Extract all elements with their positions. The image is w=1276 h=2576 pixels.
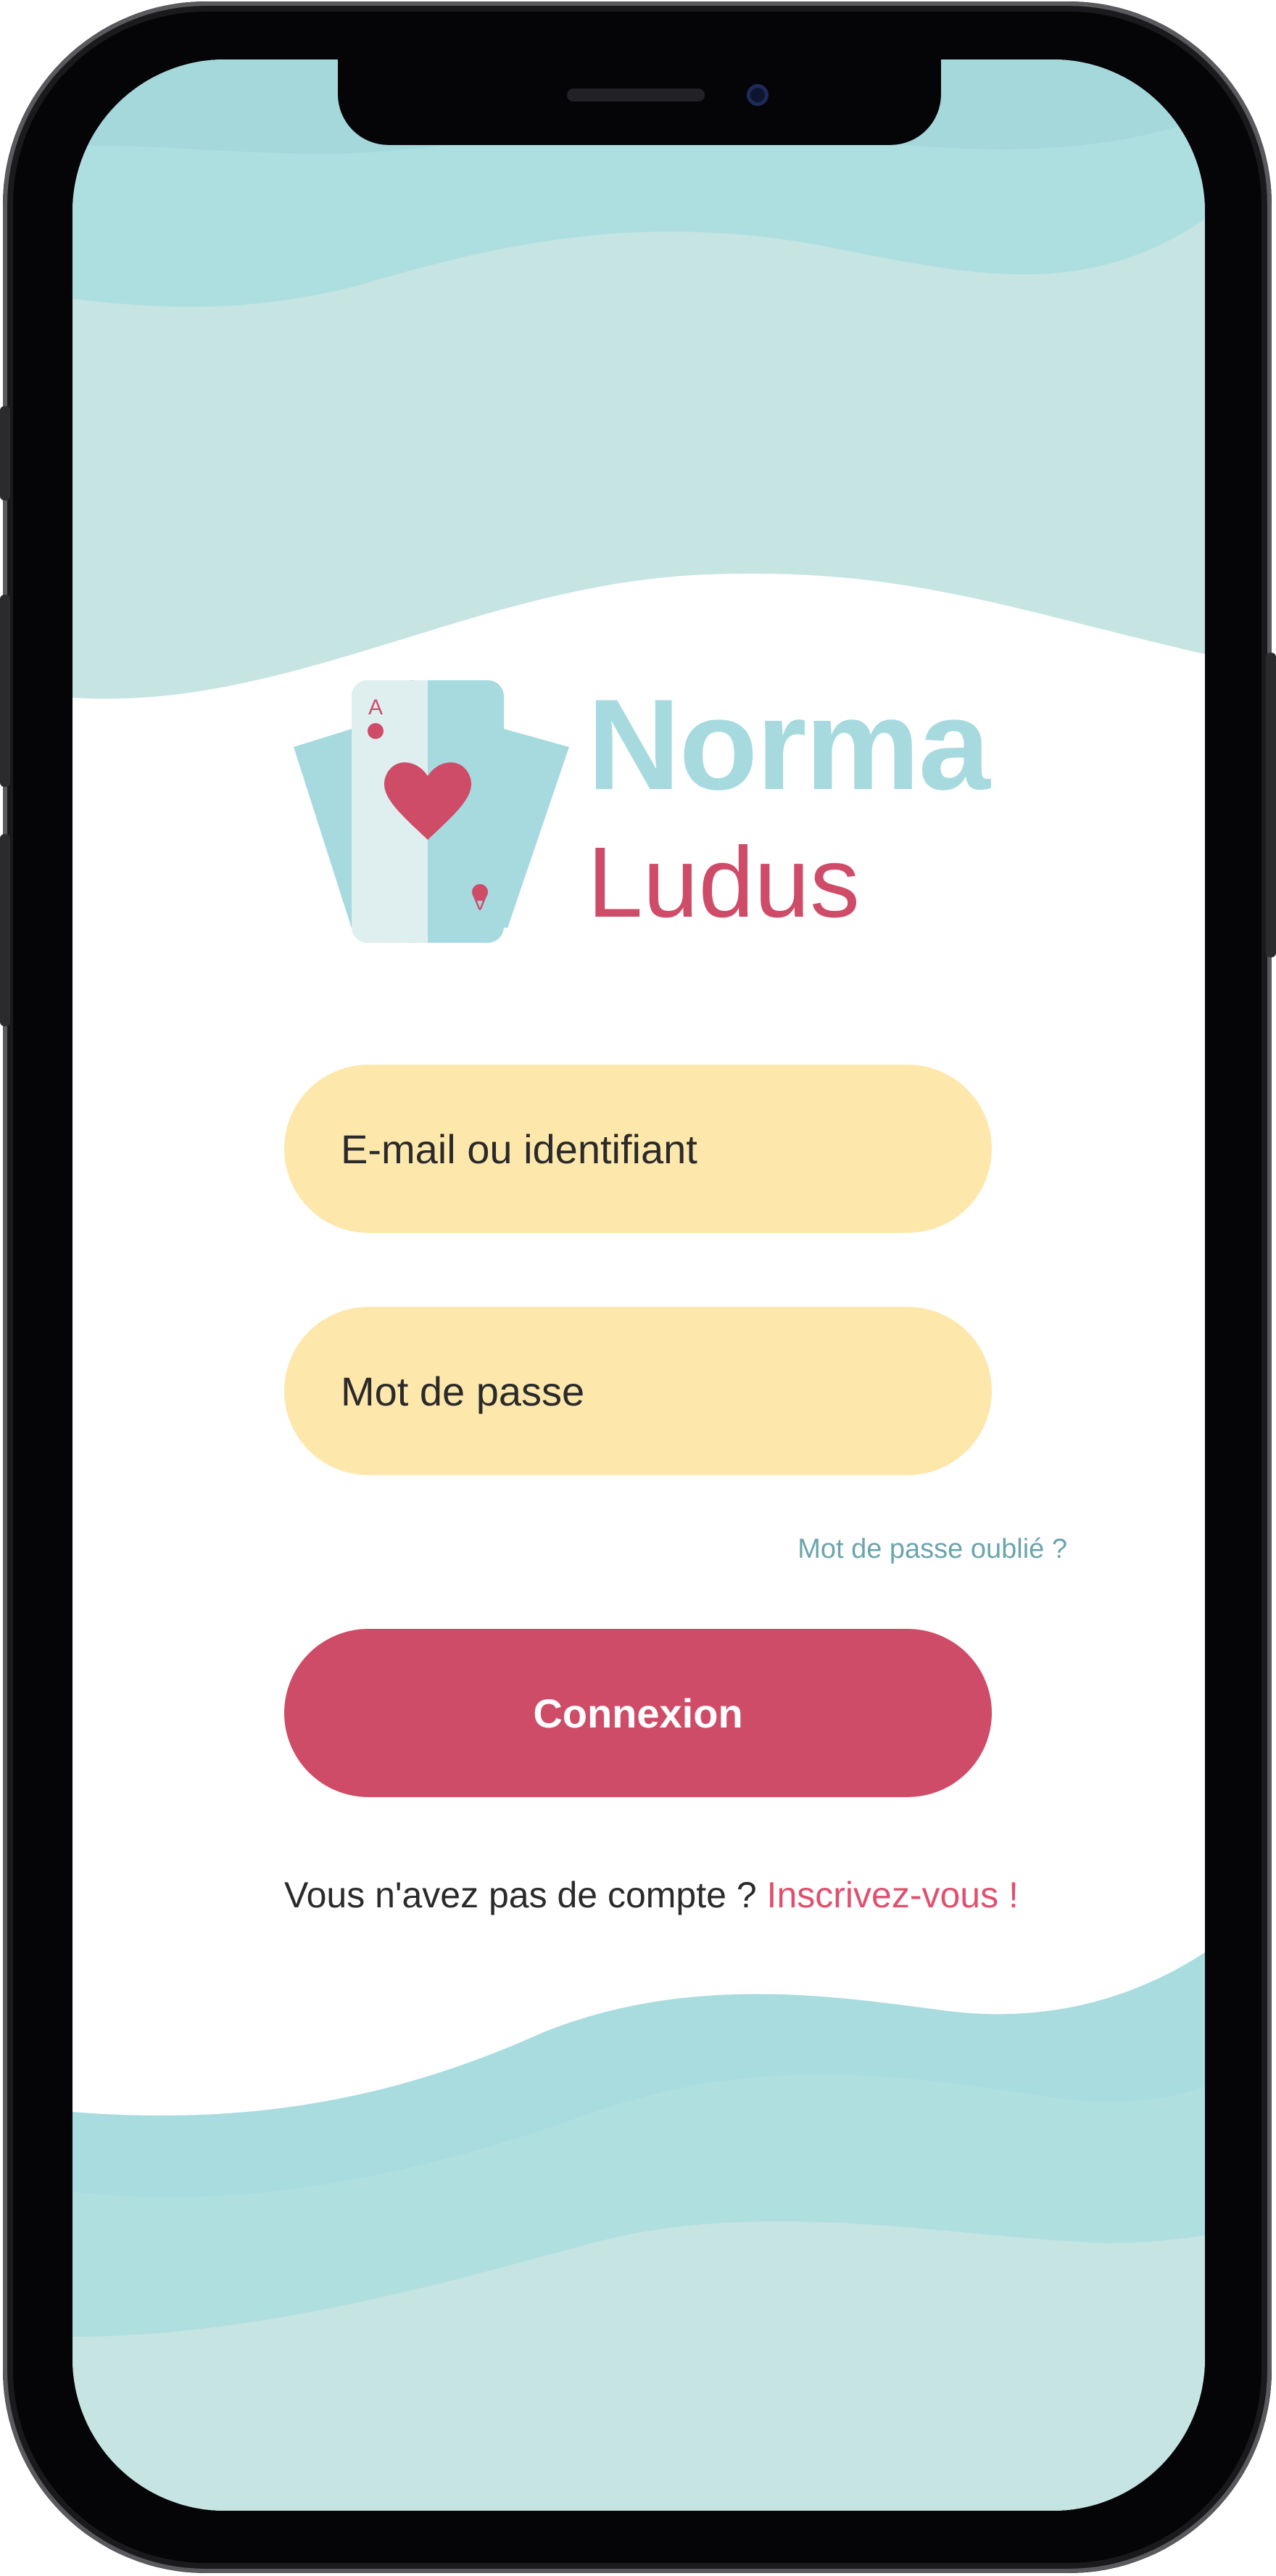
- email-field[interactable]: E-mail ou identifiant: [284, 1065, 992, 1233]
- mute-switch: [0, 406, 10, 500]
- logo-wordmark-ludus: Ludus: [587, 827, 860, 938]
- phone-notch: [338, 59, 941, 145]
- bottom-wave-decoration: [72, 1952, 1205, 2511]
- password-field[interactable]: Mot de passe: [284, 1307, 992, 1475]
- email-placeholder: E-mail ou identifiant: [341, 1126, 697, 1172]
- password-placeholder: Mot de passe: [341, 1368, 585, 1414]
- front-camera-icon: [747, 84, 768, 106]
- login-button[interactable]: Connexion: [284, 1629, 992, 1797]
- power-button: [1266, 653, 1276, 957]
- login-button-label: Connexion: [533, 1690, 743, 1736]
- forgot-password-link[interactable]: Mot de passe oublié ?: [798, 1534, 1067, 1565]
- volume-down-button: [0, 834, 10, 1026]
- logo-wordmark-norma: Norma: [587, 672, 990, 817]
- top-wave-decoration: [72, 59, 1205, 699]
- volume-up-button: [0, 595, 10, 787]
- app-screen: A A Norma Ludus E-mail ou identifiant Mo…: [72, 59, 1205, 2511]
- playing-cards-icon: A A: [294, 680, 569, 943]
- card-rank-top: A: [368, 695, 383, 719]
- signup-prompt: Vous n'avez pas de compte ? Inscrivez-vo…: [284, 1874, 1019, 1916]
- earpiece-speaker: [567, 88, 705, 102]
- no-account-text: Vous n'avez pas de compte ?: [284, 1875, 757, 1915]
- app-logo: A A Norma Ludus: [283, 674, 990, 943]
- card-rank-bottom: A: [473, 890, 487, 914]
- signup-link[interactable]: Inscrivez-vous !: [767, 1875, 1019, 1915]
